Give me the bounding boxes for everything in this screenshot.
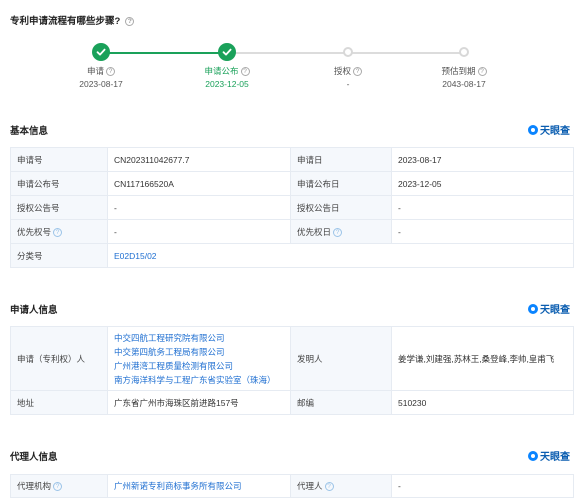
cell-label: 授权公告日 [290,195,392,220]
cell-label: 授权公告号 [10,195,108,220]
process-question: 专利申请流程有哪些步骤?? [10,13,135,27]
agent-info-table: 代理机构? 广州新诺专利商标事务所有限公司 代理人? - [10,474,574,498]
applicant-link[interactable]: 广州港湾工程质量检测有限公司 [114,359,284,373]
address: 广东省广州市海珠区前进路157号 [107,390,291,415]
section-title: 申请人信息 [10,305,58,316]
help-icon[interactable]: ? [53,482,63,492]
help-icon[interactable]: ? [53,227,63,237]
tianyancha-logo[interactable]: 天眼查 [528,451,570,465]
cell-label: 地址 [10,390,108,415]
help-icon[interactable]: ? [125,16,135,26]
table-row: 地址 广东省广州市海珠区前进路157号 邮编 510230 [10,390,574,415]
agent-person: - [391,474,574,498]
step-date: 2023-12-05 [205,79,249,89]
step-label: 预估到期 [441,66,476,76]
priority-date: - [391,219,574,244]
cell-label: 申请号 [10,147,108,172]
cell-label: 申请公布号 [10,171,108,196]
cell-label: 代理机构? [10,474,108,498]
table-row: 申请（专利权）人 中交四航工程研究院有限公司 中交第四航务工程局有限公司 广州港… [10,326,574,391]
application-number: CN202311042677.7 [107,147,291,172]
tianyancha-logo-icon [528,451,538,461]
cell-label: 发明人 [290,326,392,391]
table-row: 分类号 E02D15/02 [10,243,574,268]
tianyancha-logo-icon [528,125,538,135]
cell-label: 分类号 [10,243,108,268]
tianyancha-logo-icon [528,304,538,314]
applicant-list: 中交四航工程研究院有限公司 中交第四航务工程局有限公司 广州港湾工程质量检测有限… [107,326,291,391]
step-grant: 授权? - [288,40,408,90]
applicant-info-header: 申请人信息 天眼查 [10,304,573,318]
table-row: 优先权号? - 优先权日? - [10,219,574,244]
check-icon [218,43,236,61]
help-icon[interactable]: ? [477,67,487,77]
process-question-text: 专利申请流程有哪些步骤? [10,16,121,27]
cell-label: 优先权号? [10,219,108,244]
step-pending-icon [459,47,469,57]
zip-code: 510230 [391,390,574,415]
cell-label: 优先权日? [290,219,392,244]
step-pending-icon [343,47,353,57]
inventors: 姜学谦,刘建强,苏林王,桑登峰,李帅,皇甫飞 [391,326,574,391]
classification-link[interactable]: E02D15/02 [107,243,574,268]
step-apply: 申请? 2023-08-17 [41,40,161,90]
priority-number: - [107,219,291,244]
tianyancha-logo[interactable]: 天眼查 [528,125,570,139]
agent-info-header: 代理人信息 天眼查 [10,451,573,465]
publication-number: CN117166520A [107,171,291,196]
cell-label: 申请（专利权）人 [10,326,108,391]
step-publish: 申请公布? 2023-12-05 [167,40,287,90]
section-title: 代理人信息 [10,452,58,463]
patent-process-stepper: 申请? 2023-08-17 申请公布? 2023-12-05 授权? - 预估… [0,40,575,100]
help-icon[interactable]: ? [106,67,115,77]
step-label: 申请 [86,66,104,76]
applicant-info-table: 申请（专利权）人 中交四航工程研究院有限公司 中交第四航务工程局有限公司 广州港… [10,326,574,415]
check-icon [92,43,110,61]
step-label: 授权 [333,66,351,76]
applicant-link[interactable]: 中交四航工程研究院有限公司 [114,331,284,345]
help-icon[interactable]: ? [240,67,250,77]
applicant-link[interactable]: 南方海洋科学与工程广东省实验室（珠海） [114,373,284,387]
cell-label: 代理人? [290,474,392,498]
cell-label: 申请日 [290,147,392,172]
help-icon[interactable]: ? [324,482,334,492]
publication-date: 2023-12-05 [391,171,574,196]
step-expiry: 预估到期? 2043-08-17 [404,40,524,90]
help-icon[interactable]: ? [353,67,362,77]
applicant-link[interactable]: 中交第四航务工程局有限公司 [114,345,284,359]
table-row: 授权公告号 - 授权公告日 - [10,195,574,220]
section-title: 基本信息 [10,126,49,137]
application-date: 2023-08-17 [391,147,574,172]
step-label: 申请公布 [204,66,239,76]
table-row: 代理机构? 广州新诺专利商标事务所有限公司 代理人? - [10,474,574,498]
cell-label: 申请公布日 [290,171,392,196]
tianyancha-logo[interactable]: 天眼查 [528,304,570,318]
step-date: 2043-08-17 [442,79,486,89]
help-icon[interactable]: ? [333,227,343,237]
grant-number: - [107,195,291,220]
grant-date: - [391,195,574,220]
step-date: 2023-08-17 [79,79,123,89]
table-row: 申请公布号 CN117166520A 申请公布日 2023-12-05 [10,171,574,196]
cell-label: 邮编 [290,390,392,415]
basic-info-table: 申请号 CN202311042677.7 申请日 2023-08-17 申请公布… [10,147,574,268]
step-date: - [346,79,350,89]
table-row: 申请号 CN202311042677.7 申请日 2023-08-17 [10,147,574,172]
basic-info-header: 基本信息 天眼查 [10,125,573,139]
agency-link[interactable]: 广州新诺专利商标事务所有限公司 [107,474,291,498]
